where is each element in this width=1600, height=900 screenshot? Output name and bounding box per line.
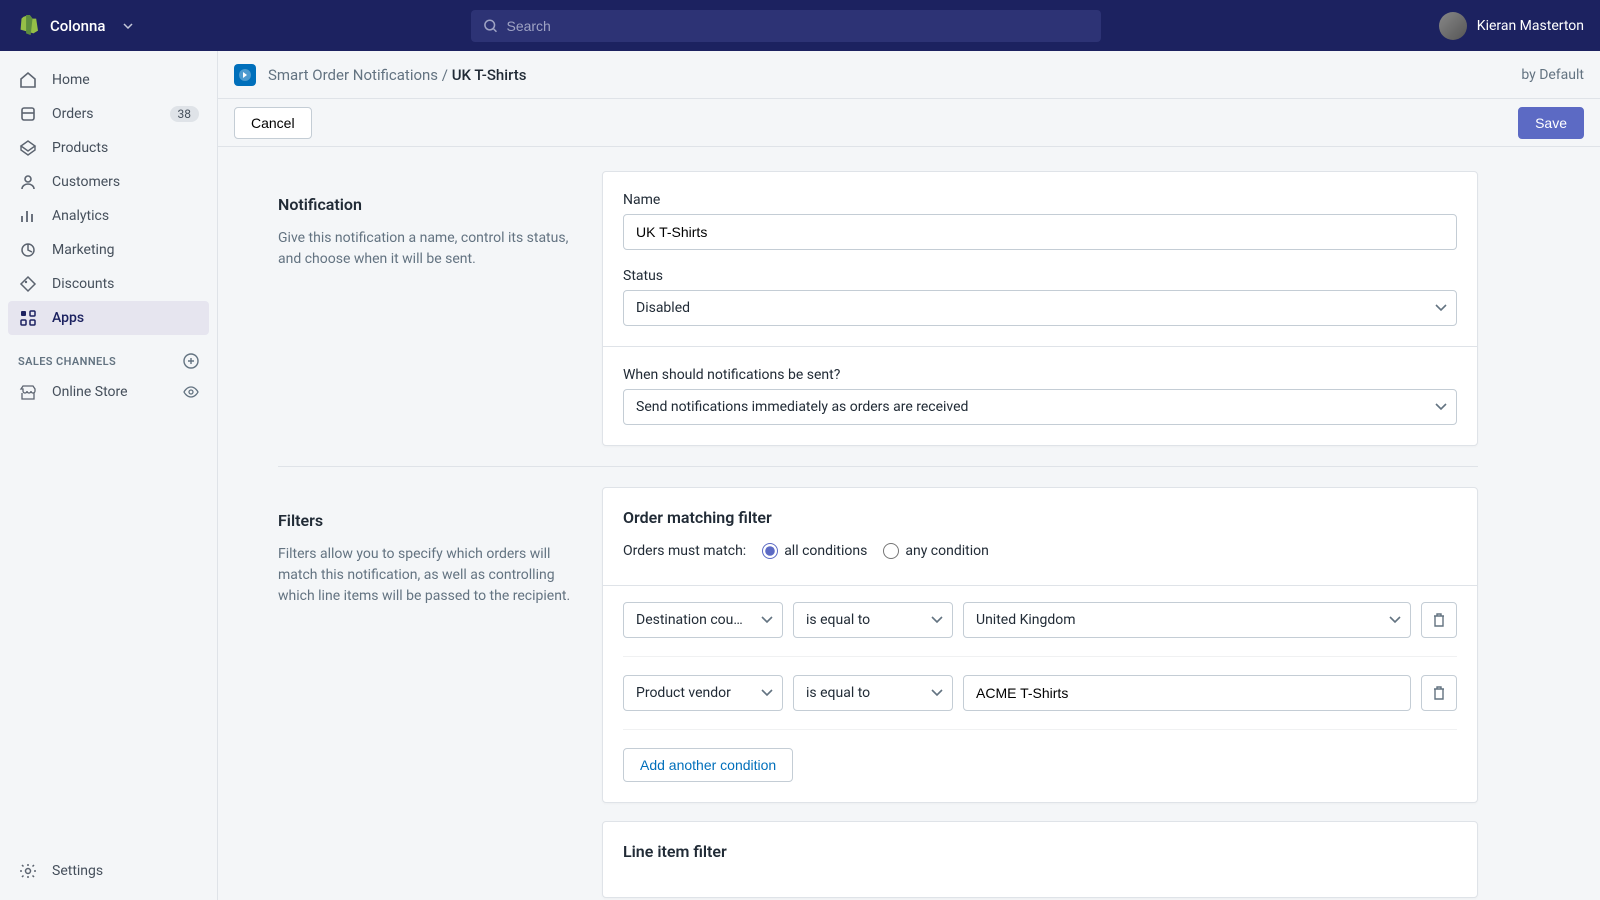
breadcrumb-app[interactable]: Smart Order Notifications	[268, 66, 438, 84]
sidebar-item-label: Apps	[52, 310, 84, 326]
sidebar-item-orders[interactable]: Orders 38	[8, 97, 209, 131]
gear-icon	[18, 861, 38, 881]
condition-field-select[interactable]: Product vendor	[623, 675, 783, 711]
sidebar: Home Orders 38 Products Customers Analyt…	[0, 51, 218, 900]
when-label: When should notifications be sent?	[623, 367, 1457, 383]
status-select[interactable]: Disabled	[623, 290, 1457, 326]
by-default-label: by Default	[1521, 67, 1584, 83]
user-menu[interactable]: Kieran Masterton	[1439, 12, 1584, 40]
sidebar-item-customers[interactable]: Customers	[8, 165, 209, 199]
condition-field-select[interactable]: Destination country	[623, 602, 783, 638]
sidebar-item-discounts[interactable]: Discounts	[8, 267, 209, 301]
page-header: Smart Order Notifications / UK T-Shirts …	[218, 51, 1600, 99]
apps-icon	[18, 308, 38, 328]
avatar	[1439, 12, 1467, 40]
delete-condition-button[interactable]	[1421, 675, 1457, 711]
filters-section-desc: Filters allow you to specify which order…	[278, 544, 578, 607]
radio-all-conditions[interactable]: all conditions	[762, 543, 867, 559]
match-label: Orders must match:	[623, 543, 746, 559]
name-label: Name	[623, 192, 1457, 208]
trash-icon	[1431, 612, 1447, 628]
analytics-icon	[18, 206, 38, 226]
search-icon	[483, 18, 498, 34]
sidebar-item-online-store[interactable]: Online Store	[8, 375, 209, 409]
line-item-filter-heading: Line item filter	[623, 842, 1457, 861]
sidebar-item-home[interactable]: Home	[8, 63, 209, 97]
sales-channels-heading: SALES CHANNELS	[8, 335, 209, 375]
trash-icon	[1431, 685, 1447, 701]
notification-card: Name Status Disabled	[602, 171, 1478, 446]
condition-row: Destination country is equal to United K…	[623, 590, 1457, 657]
sidebar-item-label: Products	[52, 140, 108, 156]
breadcrumb-current: UK T-Shirts	[452, 66, 527, 84]
shopify-logo-icon	[16, 14, 38, 38]
add-condition-button[interactable]: Add another condition	[623, 748, 793, 782]
sidebar-item-label: Orders	[52, 106, 94, 122]
sidebar-item-label: Home	[52, 72, 90, 88]
cancel-button[interactable]: Cancel	[234, 107, 312, 139]
radio-any-condition[interactable]: any condition	[883, 543, 989, 559]
store-icon	[18, 382, 38, 402]
sidebar-item-label: Online Store	[52, 384, 128, 400]
order-filter-heading: Order matching filter	[623, 508, 1457, 527]
condition-value-select[interactable]: United Kingdom	[963, 602, 1411, 638]
user-name: Kieran Masterton	[1477, 18, 1584, 34]
sidebar-item-products[interactable]: Products	[8, 131, 209, 165]
status-label: Status	[623, 268, 1457, 284]
search-box[interactable]	[471, 10, 1101, 42]
store-switcher[interactable]: Colonna	[16, 14, 133, 38]
action-bar: Cancel Save	[218, 99, 1600, 147]
when-select[interactable]: Send notifications immediately as orders…	[623, 389, 1457, 425]
add-channel-icon[interactable]	[183, 353, 199, 369]
topbar: Colonna Kieran Masterton	[0, 0, 1600, 51]
sidebar-item-label: Settings	[52, 863, 103, 879]
sidebar-item-label: Analytics	[52, 208, 109, 224]
condition-op-select[interactable]: is equal to	[793, 602, 953, 638]
sidebar-item-label: Marketing	[52, 242, 115, 258]
sidebar-item-label: Customers	[52, 174, 120, 190]
condition-value-input[interactable]	[963, 675, 1411, 711]
order-filter-card: Order matching filter Orders must match:…	[602, 487, 1478, 803]
sidebar-item-label: Discounts	[52, 276, 114, 292]
condition-op-select[interactable]: is equal to	[793, 675, 953, 711]
orders-icon	[18, 104, 38, 124]
main-content: Smart Order Notifications / UK T-Shirts …	[218, 51, 1600, 900]
sidebar-item-apps[interactable]: Apps	[8, 301, 209, 335]
sidebar-item-marketing[interactable]: Marketing	[8, 233, 209, 267]
save-button[interactable]: Save	[1518, 107, 1584, 139]
line-item-filter-card: Line item filter	[602, 821, 1478, 898]
view-store-icon[interactable]	[183, 384, 199, 400]
name-input[interactable]	[623, 214, 1457, 250]
notification-section-title: Notification	[278, 195, 578, 214]
filters-section-title: Filters	[278, 511, 578, 530]
products-icon	[18, 138, 38, 158]
store-name: Colonna	[50, 17, 105, 35]
app-icon	[234, 64, 256, 86]
search-input[interactable]	[506, 18, 1089, 34]
delete-condition-button[interactable]	[1421, 602, 1457, 638]
chevron-down-icon	[123, 23, 133, 29]
customers-icon	[18, 172, 38, 192]
discounts-icon	[18, 274, 38, 294]
marketing-icon	[18, 240, 38, 260]
sidebar-item-analytics[interactable]: Analytics	[8, 199, 209, 233]
notification-section-desc: Give this notification a name, control i…	[278, 228, 578, 270]
condition-row: Product vendor is equal to	[623, 657, 1457, 730]
orders-badge: 38	[170, 106, 200, 122]
sidebar-item-settings[interactable]: Settings	[8, 854, 209, 888]
breadcrumb: Smart Order Notifications / UK T-Shirts	[268, 66, 526, 84]
home-icon	[18, 70, 38, 90]
